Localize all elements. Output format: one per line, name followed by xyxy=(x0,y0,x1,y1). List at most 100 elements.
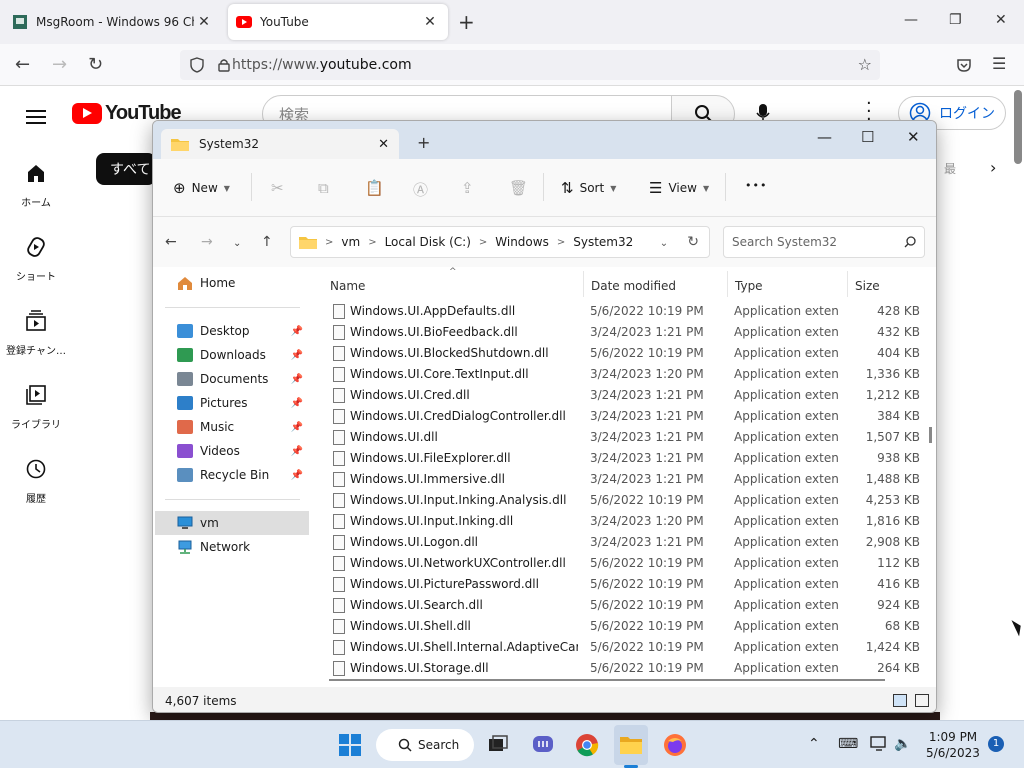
taskbar-search[interactable]: Search xyxy=(376,729,474,761)
new-tab-button[interactable]: + xyxy=(458,10,475,34)
chat-icon[interactable] xyxy=(531,733,555,757)
chrome-icon[interactable] xyxy=(575,733,599,757)
table-row[interactable]: Windows.UI.Shell.dll 5/6/2022 10:19 PM App… xyxy=(325,616,925,637)
table-row[interactable]: Windows.UI.Cred.dll 3/24/2023 1:21 PM Appl… xyxy=(325,385,925,406)
refresh-icon[interactable]: ↻ xyxy=(687,234,699,250)
column-header-date[interactable]: Date modified xyxy=(591,275,676,297)
column-header-type[interactable]: Type xyxy=(735,275,763,297)
reload-icon[interactable]: ↻ xyxy=(88,54,103,75)
explorer-tab-system32[interactable]: System32 ✕ xyxy=(161,129,399,159)
chevron-right-icon[interactable]: › xyxy=(990,158,996,177)
table-row[interactable]: Windows.UI.Search.dll 5/6/2022 10:19 PM Ap… xyxy=(325,595,925,616)
nav-item-vm[interactable]: vm xyxy=(155,511,309,535)
column-header-name[interactable]: Name xyxy=(330,275,365,297)
share-icon[interactable]: ⇪ xyxy=(461,179,474,197)
nav-item-music[interactable]: Music 📌 xyxy=(155,415,309,439)
new-button[interactable]: ⊕ New ▼ xyxy=(173,179,230,197)
back-icon[interactable]: ← xyxy=(165,234,177,250)
sidebar-item-history[interactable]: 履歴 xyxy=(0,452,72,526)
table-row[interactable]: Windows.UI.FileExplorer.dll 3/24/2023 1:2… xyxy=(325,448,925,469)
minimize-icon[interactable]: — xyxy=(817,128,832,146)
volume-icon[interactable]: 🔈 xyxy=(894,736,911,752)
chip-partial[interactable]: 最 xyxy=(944,160,956,177)
column-divider[interactable] xyxy=(727,271,728,297)
task-view-icon[interactable] xyxy=(486,733,510,757)
pin-icon[interactable]: 📌 xyxy=(291,350,303,361)
video-thumbnails[interactable] xyxy=(150,712,940,720)
column-divider[interactable] xyxy=(583,271,584,297)
chevron-down-icon[interactable]: ⌄ xyxy=(660,238,668,249)
pin-icon[interactable]: 📌 xyxy=(291,374,303,385)
notification-badge[interactable]: 1 xyxy=(988,736,1004,752)
explorer-new-tab-button[interactable]: + xyxy=(417,133,430,152)
sidebar-item-library[interactable]: ライブラリ xyxy=(0,378,72,452)
tab-close-icon[interactable]: ✕ xyxy=(194,14,214,30)
nav-item-pictures[interactable]: Pictures 📌 xyxy=(155,391,309,415)
table-row[interactable]: Windows.UI.Core.TextInput.dll 3/24/2023 1… xyxy=(325,364,925,385)
breadcrumb[interactable]: > vm > Local Disk (C:) > Windows > Syste… xyxy=(290,226,710,258)
tab-close-icon[interactable]: ✕ xyxy=(378,137,389,152)
sidebar-item-subscriptions[interactable]: 登録チャン… xyxy=(0,304,72,378)
table-row[interactable]: Windows.UI.Immersive.dll 3/24/2023 1:21 P… xyxy=(325,469,925,490)
table-row[interactable]: Windows.UI.CredDialogController.dll 3/24/… xyxy=(325,406,925,427)
details-view-icon[interactable] xyxy=(893,694,907,707)
file-explorer-icon[interactable] xyxy=(619,733,643,757)
table-row[interactable]: Windows.UI.dll 3/24/2023 1:21 PM Applicati… xyxy=(325,427,925,448)
hamburger-menu-icon[interactable] xyxy=(26,106,46,128)
pin-icon[interactable]: 📌 xyxy=(291,398,303,409)
app-menu-icon[interactable]: ☰ xyxy=(992,54,1006,73)
firefox-icon[interactable] xyxy=(663,733,687,757)
view-button[interactable]: ☰ View ▼ xyxy=(649,179,709,197)
pin-icon[interactable]: 📌 xyxy=(291,326,303,337)
network-status-icon[interactable] xyxy=(870,736,888,752)
forward-icon[interactable]: → xyxy=(201,234,213,250)
table-row[interactable]: Windows.UI.Logon.dll 3/24/2023 1:21 PM App… xyxy=(325,532,925,553)
tiles-view-icon[interactable] xyxy=(915,694,929,707)
pin-icon[interactable]: 📌 xyxy=(291,446,303,457)
windows-start-icon[interactable] xyxy=(338,733,362,757)
sidebar-item-home[interactable]: ホーム xyxy=(0,156,72,230)
horizontal-scrollbar-thumb[interactable] xyxy=(329,679,885,681)
column-header-size[interactable]: Size xyxy=(855,275,880,297)
minimize-icon[interactable]: — xyxy=(904,12,918,28)
tab-close-icon[interactable]: ✕ xyxy=(420,14,440,30)
pin-icon[interactable]: 📌 xyxy=(291,422,303,433)
breadcrumb-vm[interactable]: vm xyxy=(341,235,360,249)
copy-icon[interactable]: ⧉ xyxy=(318,179,329,197)
sidebar-item-shorts[interactable]: ショート xyxy=(0,230,72,304)
table-row[interactable]: Windows.UI.AppDefaults.dll 5/6/2022 10:19… xyxy=(325,301,925,322)
breadcrumb-system32[interactable]: System32 xyxy=(573,235,633,249)
close-icon[interactable]: ✕ xyxy=(907,128,920,146)
nav-item-desktop[interactable]: Desktop 📌 xyxy=(155,319,309,343)
table-row[interactable]: Windows.UI.BlockedShutdown.dll 5/6/2022 1… xyxy=(325,343,925,364)
sort-button[interactable]: ⇅ Sort ▼ xyxy=(561,179,616,197)
table-row[interactable]: Windows.UI.BioFeedback.dll 3/24/2023 1:21… xyxy=(325,322,925,343)
vertical-scrollbar-thumb[interactable] xyxy=(929,427,932,443)
table-row[interactable]: Windows.UI.Input.Inking.dll 3/24/2023 1:2… xyxy=(325,511,925,532)
breadcrumb-local-disk[interactable]: Local Disk (C:) xyxy=(385,235,471,249)
url-bar[interactable]: https://www.youtube.com ☆ xyxy=(180,50,880,80)
rename-icon[interactable]: Ⓐ xyxy=(413,179,428,200)
show-hidden-icons-icon[interactable]: ⌃ xyxy=(808,736,820,752)
up-icon[interactable]: ↑ xyxy=(261,234,273,250)
table-row[interactable]: Windows.UI.Shell.Internal.AdaptiveCards.… xyxy=(325,637,925,658)
cut-icon[interactable]: ✂ xyxy=(271,179,284,197)
nav-item-recycle-bin[interactable]: Recycle Bin 📌 xyxy=(155,463,309,487)
close-icon[interactable]: ✕ xyxy=(995,12,1007,28)
nav-item-videos[interactable]: Videos 📌 xyxy=(155,439,309,463)
keyboard-icon[interactable]: ⌨ xyxy=(838,736,858,752)
pin-icon[interactable]: 📌 xyxy=(291,470,303,481)
more-options-icon[interactable]: ••• xyxy=(745,179,767,192)
paste-icon[interactable]: 📋 xyxy=(365,179,384,197)
nav-item-documents[interactable]: Documents 📌 xyxy=(155,367,309,391)
back-icon[interactable]: ← xyxy=(15,54,30,75)
nav-item-downloads[interactable]: Downloads 📌 xyxy=(155,343,309,367)
maximize-icon[interactable]: ☐ xyxy=(861,128,874,146)
chip-all[interactable]: すべて xyxy=(96,153,156,185)
page-scrollbar[interactable] xyxy=(1014,90,1022,164)
table-row[interactable]: Windows.UI.PicturePassword.dll 5/6/2022 1… xyxy=(325,574,925,595)
taskbar-clock[interactable]: 1:09 PM 5/6/2023 xyxy=(918,729,988,761)
recent-locations-chevron-icon[interactable]: ⌄ xyxy=(233,238,241,249)
pocket-icon[interactable] xyxy=(956,57,972,73)
column-divider[interactable] xyxy=(847,271,848,297)
